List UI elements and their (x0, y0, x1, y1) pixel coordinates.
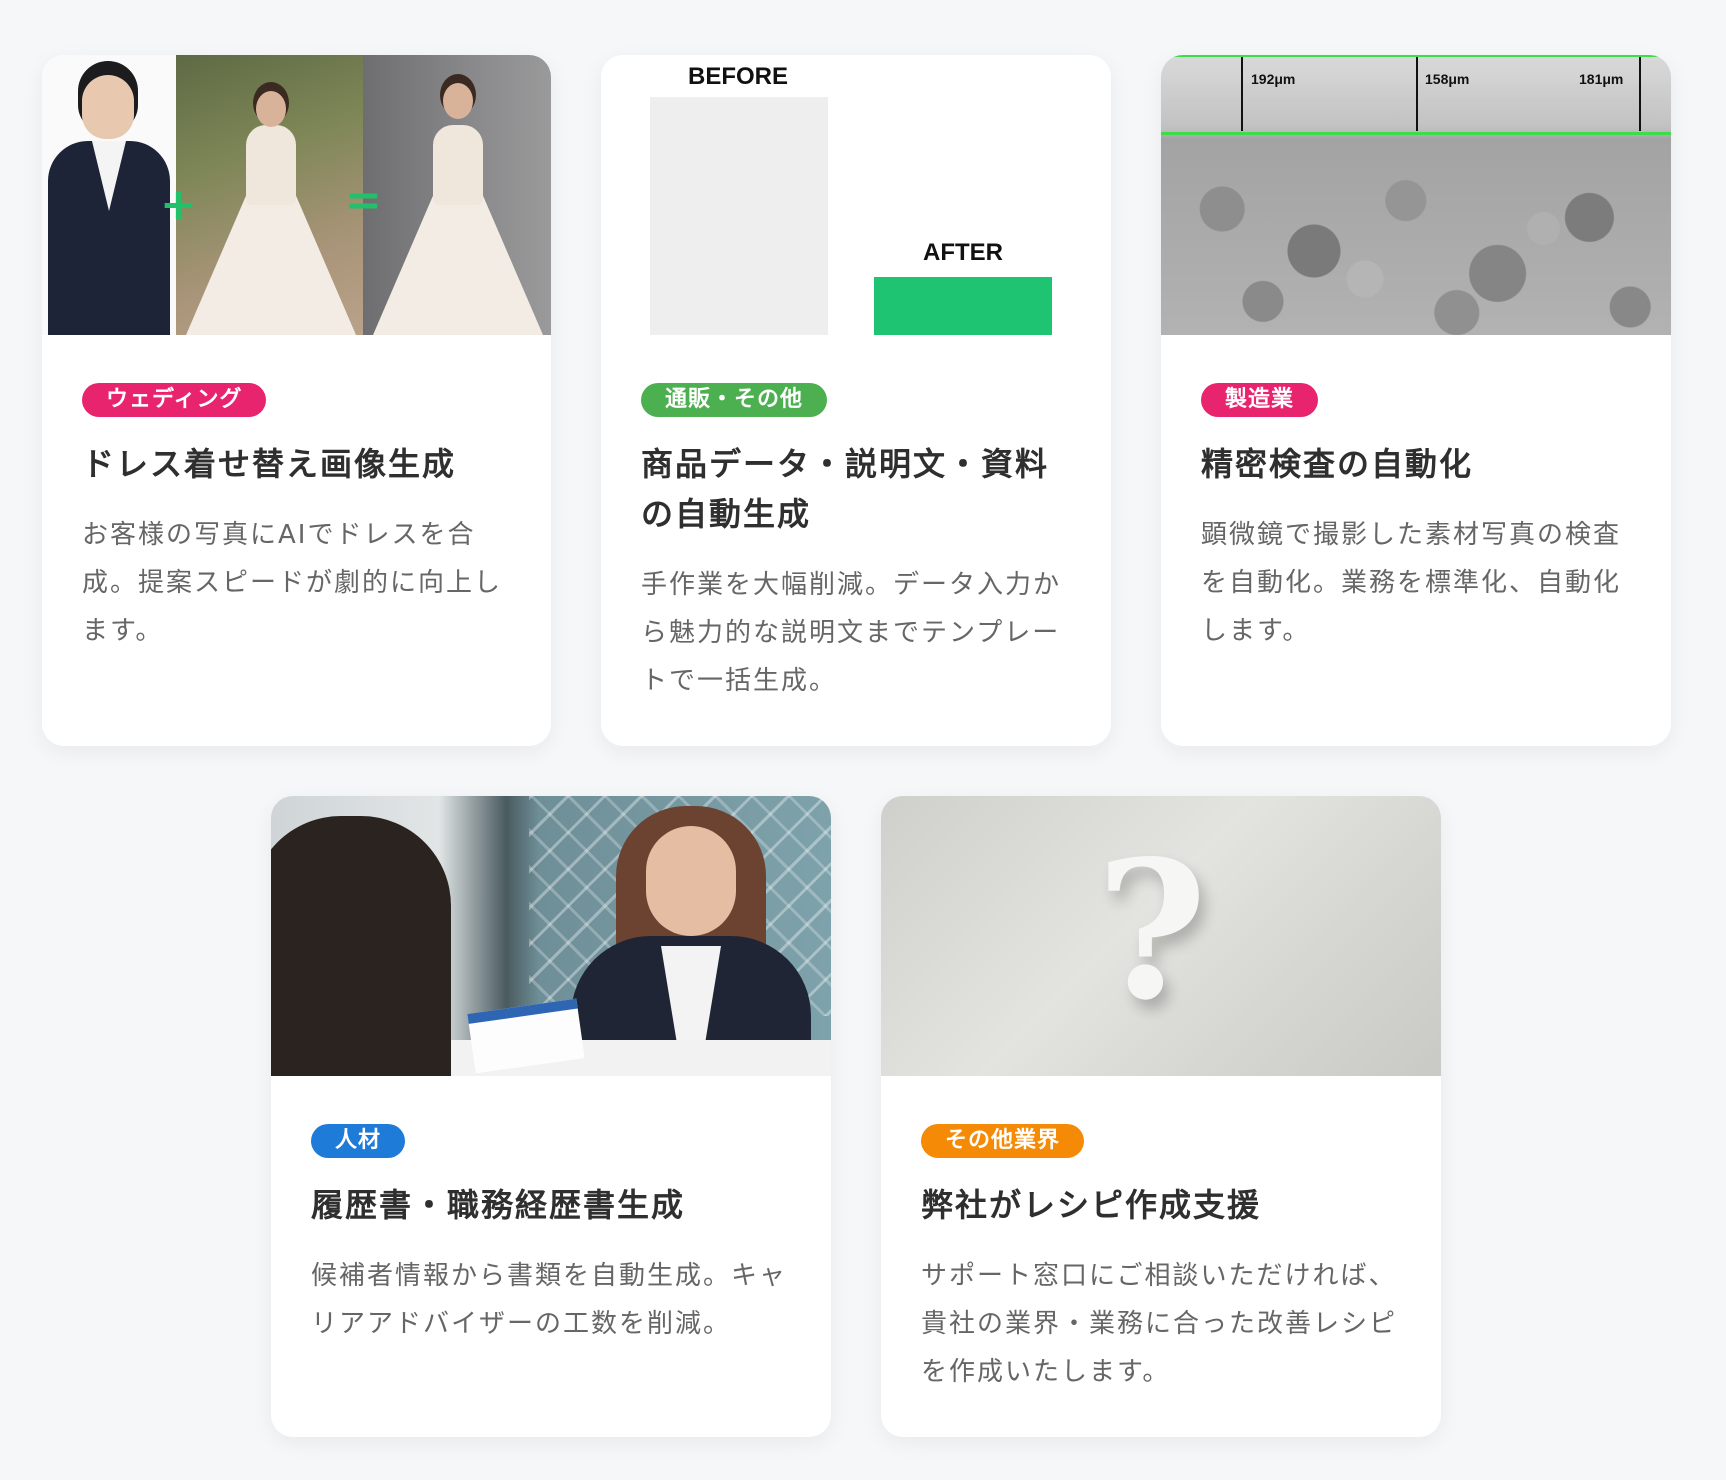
card-title: 履歴書・職務経歴書生成 (311, 1186, 686, 1224)
question-mark-image: ? (881, 796, 1441, 1076)
dress-composite-image: + = (42, 55, 551, 335)
after-label: AFTER (923, 239, 1003, 266)
measurement-line (1161, 132, 1671, 135)
card-hr[interactable]: 人材 履歴書・職務経歴書生成 候補者情報から書類を自動生成。キャリアアドバイザー… (271, 796, 831, 1437)
card-description: サポート窓口にご相談いただければ、貴社の業界・業務に合った改善レシピを作成いたし… (921, 1261, 1398, 1387)
question-mark-icon: ? (1096, 819, 1208, 1042)
card-manufacturing[interactable]: 192μm 158μm 181μm 製造業 精密検査の自動化 顕微鏡で撮影した素… (1161, 55, 1671, 746)
card-ecommerce[interactable]: BEFORE AFTER 通販・その他 商品データ・説明文・資料の自動生成 手作… (601, 55, 1111, 746)
after-bar (874, 277, 1052, 335)
interview-photo (271, 796, 831, 1076)
dress-photo (176, 55, 363, 335)
measurement-label: 158μm (1425, 71, 1470, 87)
card-title: ドレス着せ替え画像生成 (82, 445, 457, 483)
category-badge: 通販・その他 (641, 383, 828, 417)
suit-photo (42, 55, 176, 335)
category-badge: ウェディング (82, 383, 267, 417)
category-badge: 製造業 (1201, 383, 1319, 417)
result-photo (363, 55, 551, 335)
card-description: お客様の写真にAIでドレスを合成。提案スピードが劇的に向上します。 (82, 520, 503, 646)
category-badge: 人材 (311, 1124, 406, 1158)
before-label: BEFORE (688, 63, 789, 90)
before-after-image: BEFORE AFTER (601, 55, 1111, 335)
card-title: 弊社がレシピ作成支援 (921, 1186, 1262, 1224)
card-description: 候補者情報から書類を自動生成。キャリアアドバイザーの工数を削減。 (311, 1261, 788, 1339)
card-description: 手作業を大幅削減。データ入力から魅力的な説明文までテンプレートで一括生成。 (641, 570, 1062, 696)
measurement-label: 181μm (1579, 71, 1624, 87)
category-badge: その他業界 (921, 1124, 1085, 1158)
card-title: 精密検査の自動化 (1201, 445, 1474, 483)
card-description: 顕微鏡で撮影した素材写真の検査を自動化。業務を標準化、自動化します。 (1201, 520, 1622, 646)
measurement-label: 192μm (1251, 71, 1296, 87)
card-wedding[interactable]: + = ウェディング ドレス着せ替え画像生成 お客様の写真にAIでドレスを合成。… (42, 55, 551, 746)
equals-icon: = (345, 175, 382, 226)
microscope-image: 192μm 158μm 181μm (1161, 55, 1671, 335)
plus-icon: + (160, 179, 197, 230)
before-bar (650, 97, 828, 335)
card-other-industries[interactable]: ? その他業界 弊社がレシピ作成支援 サポート窓口にご相談いただければ、貴社の業… (881, 796, 1441, 1437)
card-title: 商品データ・説明文・資料の自動生成 (641, 445, 1050, 533)
